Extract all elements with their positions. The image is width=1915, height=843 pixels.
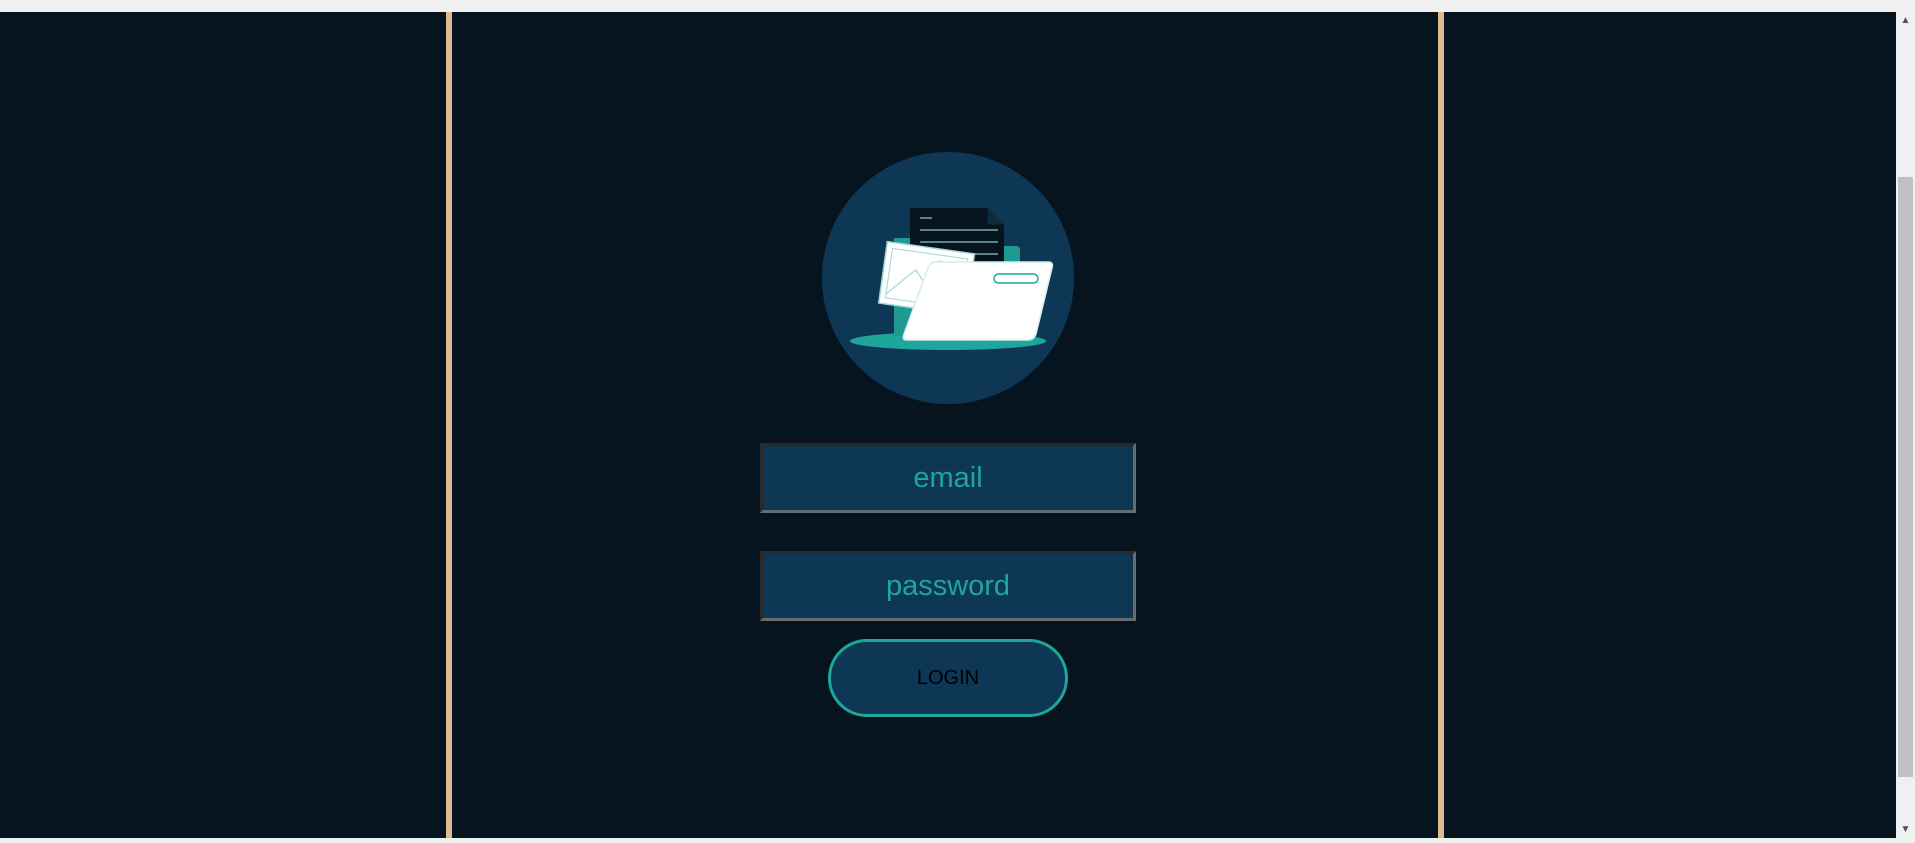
app-logo [822,152,1074,404]
scroll-down-arrow-icon[interactable]: ▼ [1896,821,1915,838]
email-field[interactable] [760,443,1136,513]
scroll-up-arrow-icon[interactable]: ▲ [1896,12,1915,29]
folder-documents-icon [850,208,1054,350]
password-field[interactable] [760,551,1136,621]
window-top-edge [0,0,1896,12]
scrollbar-thumb[interactable] [1898,177,1913,777]
window-bottom-edge [0,838,1896,843]
login-button[interactable]: LOGIN [828,639,1068,717]
vertical-scrollbar[interactable]: ▲ ▼ [1896,12,1915,838]
page-viewport: LOGIN [0,12,1896,838]
